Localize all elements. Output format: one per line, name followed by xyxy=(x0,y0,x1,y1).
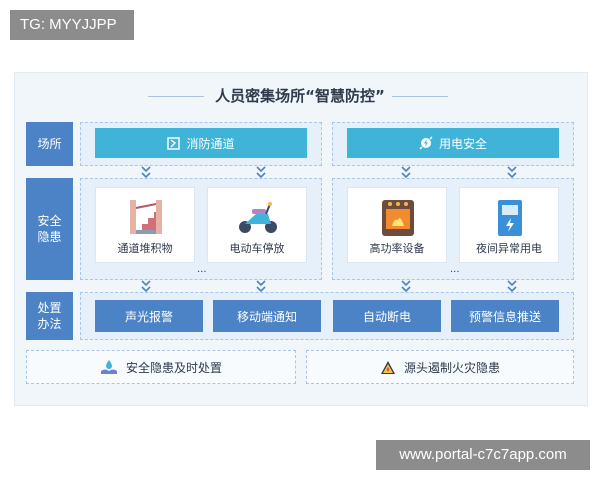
stairs-obstruction-icon xyxy=(130,200,162,234)
outcome-timely-handling: 安全隐患及时处置 xyxy=(26,350,296,384)
place-fire-exit: 消防通道 xyxy=(95,128,307,158)
hazard-label: 电动车停放 xyxy=(229,242,285,255)
row-label-hazard: 安全 隐患 xyxy=(26,178,73,280)
hands-water-icon xyxy=(100,360,117,374)
hazard-label: 高功率设备 xyxy=(369,242,425,255)
row-label-action: 处置 办法 xyxy=(26,292,73,340)
fire-exit-icon xyxy=(167,136,181,150)
row-label-place: 场所 xyxy=(26,122,73,166)
action-sound-light-alarm: 声光报警 xyxy=(95,300,203,332)
ebike-icon xyxy=(239,202,277,233)
hazard-card-passage-obstruction: 通道堆积物 xyxy=(95,187,195,263)
hazard-card-night-abnormal-power: 夜间异常用电 xyxy=(459,187,559,263)
oven-icon xyxy=(382,200,414,236)
title-line-left xyxy=(148,96,204,97)
hazard-card-high-power-equipment: 高功率设备 xyxy=(347,187,447,263)
hazard-ellipsis-left: ... xyxy=(197,264,207,275)
hazard-card-ebike-parking: 电动车停放 xyxy=(207,187,307,263)
warning-triangle-icon xyxy=(380,360,395,374)
bottom-watermark: www.portal-c7c7app.com xyxy=(376,440,590,470)
title-line-right xyxy=(392,96,448,97)
hazard-label: 通道堆积物 xyxy=(117,242,173,255)
outcome-source-prevention: 源头遏制火灾隐患 xyxy=(306,350,574,384)
electric-meter-icon xyxy=(498,200,522,236)
place-electric-safety: 用电安全 xyxy=(347,128,559,158)
action-auto-power-off: 自动断电 xyxy=(333,300,441,332)
action-mobile-notification: 移动端通知 xyxy=(213,300,321,332)
top-tag: TG: MYYJJPP xyxy=(10,10,134,40)
electric-plug-icon xyxy=(419,136,433,150)
diagram-title: 人员密集场所“智慧防控” xyxy=(215,87,385,105)
hazard-label: 夜间异常用电 xyxy=(476,242,542,255)
hazard-ellipsis-right: ... xyxy=(450,264,460,275)
action-warning-push: 预警信息推送 xyxy=(451,300,559,332)
